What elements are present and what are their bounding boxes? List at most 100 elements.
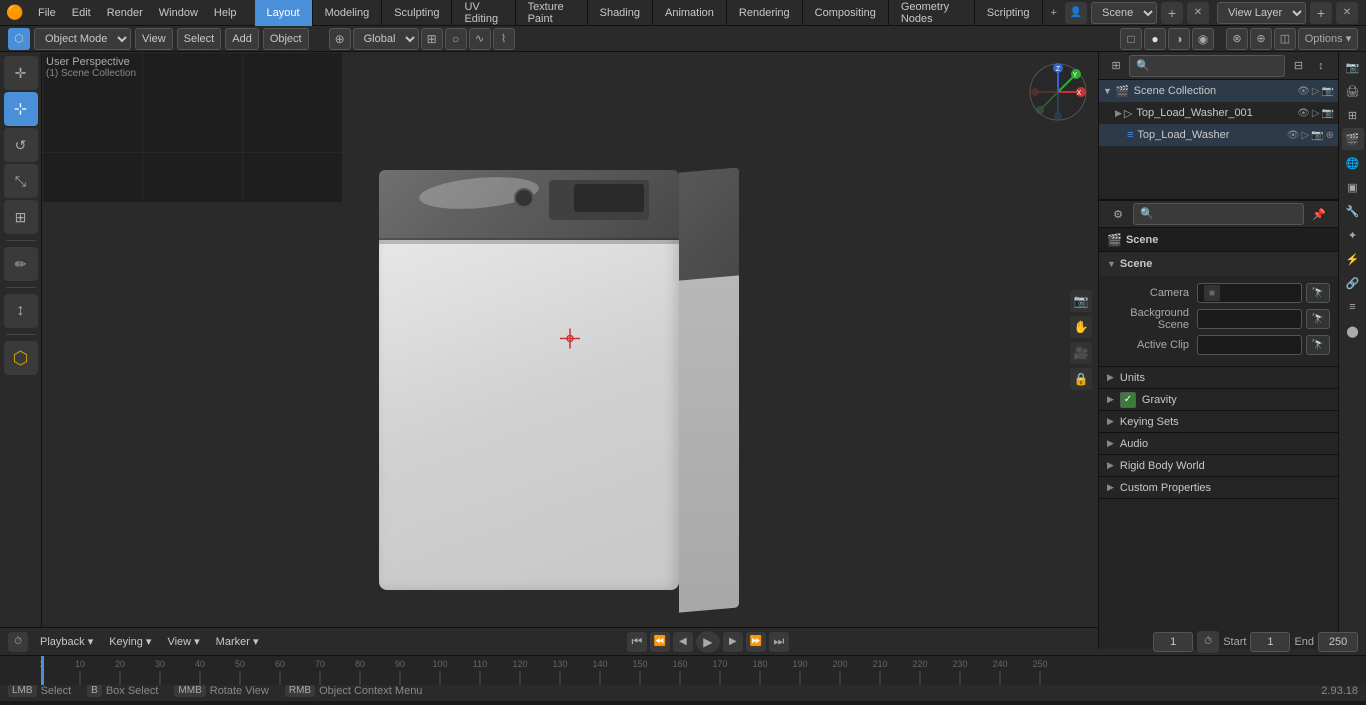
transform-orientation-selector[interactable]: Global xyxy=(353,28,419,50)
prev-keyframe-btn[interactable]: ⏪ xyxy=(650,632,670,652)
viewport-shading-rendered[interactable]: ◉ xyxy=(1192,28,1214,50)
gravity-checkbox[interactable]: ✓ xyxy=(1120,392,1136,408)
render-toggle[interactable]: 📷 xyxy=(1322,86,1334,97)
outliner-sync-icon[interactable]: ↕ xyxy=(1312,55,1330,77)
start-frame-input[interactable] xyxy=(1250,632,1290,652)
viewport-area[interactable]: User Perspective (1) Scene Collection xyxy=(42,52,1098,627)
viewport-shading-solid[interactable]: ● xyxy=(1144,28,1166,50)
overlay-toggle[interactable]: ⊕ xyxy=(1250,28,1272,50)
custom-properties-section[interactable]: ▶ Custom Properties xyxy=(1099,477,1338,499)
props-pin-icon[interactable]: 📌 xyxy=(1308,203,1330,225)
active-clip-value[interactable] xyxy=(1197,335,1302,355)
view-toggle[interactable]: 👁 xyxy=(1297,86,1310,97)
washer-view-toggle[interactable]: 👁 xyxy=(1297,108,1310,119)
view-layer-props-icon[interactable]: ⊞ xyxy=(1342,104,1364,126)
play-begin-btn[interactable]: ⏮ xyxy=(627,632,647,652)
tab-sculpting[interactable]: Sculpting xyxy=(382,0,452,26)
washer-select-toggle[interactable]: ▷ xyxy=(1312,108,1320,119)
tab-scripting[interactable]: Scripting xyxy=(975,0,1043,26)
active-clip-dropper-btn[interactable]: 🔭 xyxy=(1306,335,1330,355)
menu-edit[interactable]: Edit xyxy=(64,0,99,26)
view-layer-remove-btn[interactable]: ✕ xyxy=(1336,2,1358,24)
prev-frame-btn[interactable]: ◀ xyxy=(673,632,693,652)
gravity-section[interactable]: ▶ ✓ Gravity xyxy=(1099,389,1338,411)
modifier-props-icon[interactable]: 🔧 xyxy=(1342,200,1364,222)
xray-toggle[interactable]: ◫ xyxy=(1274,28,1296,50)
scene-section-header[interactable]: ▼ Scene xyxy=(1099,252,1338,276)
material-props-icon[interactable]: ⬤ xyxy=(1342,320,1364,342)
camera-dropper-btn[interactable]: 🔭 xyxy=(1306,283,1330,303)
rotate-tool-btn[interactable]: ↺ xyxy=(4,128,38,162)
viewport-object-menu[interactable]: Object xyxy=(263,28,309,50)
object-props-icon[interactable]: ▣ xyxy=(1342,176,1364,198)
constraints-props-icon[interactable]: 🔗 xyxy=(1342,272,1364,294)
outliner-type-icon[interactable]: ⊞ xyxy=(1107,55,1125,77)
menu-file[interactable]: File xyxy=(30,0,64,26)
viewport-add-menu[interactable]: Add xyxy=(225,28,259,50)
next-keyframe-btn[interactable]: ⏩ xyxy=(746,632,766,652)
tab-animation[interactable]: Animation xyxy=(653,0,727,26)
scene-props-icon[interactable]: 🎬 xyxy=(1342,128,1364,150)
mesh-render-toggle[interactable]: 📷 xyxy=(1311,130,1323,141)
move-tool-btn[interactable]: ⊹ xyxy=(4,92,38,126)
add-workspace-button[interactable]: + xyxy=(1043,0,1065,26)
annotate-tool-btn[interactable]: ✏ xyxy=(4,247,38,281)
viewport-shading-material[interactable]: ◑ xyxy=(1168,28,1190,50)
tab-geometry-nodes[interactable]: Geometry Nodes xyxy=(889,0,975,26)
snap-icon[interactable]: ∿ xyxy=(469,28,491,50)
playback-menu[interactable]: Playback ▾ xyxy=(36,635,97,648)
end-frame-input[interactable] xyxy=(1318,632,1358,652)
properties-search[interactable] xyxy=(1133,203,1304,225)
play-pause-btn[interactable]: ▶ xyxy=(696,631,720,653)
scene-selector[interactable]: Scene xyxy=(1091,2,1157,24)
current-frame-input[interactable] xyxy=(1153,632,1193,652)
camera-value[interactable]: ■ xyxy=(1197,283,1302,303)
render-props-icon[interactable]: 📷 xyxy=(1342,56,1364,78)
viewport-type-icon[interactable]: ⬡ xyxy=(8,28,30,50)
tab-texture-paint[interactable]: Texture Paint xyxy=(516,0,588,26)
tab-compositing[interactable]: Compositing xyxy=(803,0,889,26)
magnet-icon[interactable]: ⊕ xyxy=(329,28,351,50)
menu-render[interactable]: Render xyxy=(99,0,151,26)
viewport-view-menu[interactable]: View xyxy=(135,28,173,50)
scale-tool-btn[interactable]: ⤡ xyxy=(4,164,38,198)
gizmo-toggle[interactable]: ⊗ xyxy=(1226,28,1248,50)
transform-tool-btn[interactable]: ⊞ xyxy=(4,200,38,234)
timeline-ruler[interactable]: 1 10 20 30 40 50 60 70 80 90 100 110 120 xyxy=(0,655,1366,685)
object-mode-selector[interactable]: Object Mode xyxy=(34,28,131,50)
menu-help[interactable]: Help xyxy=(206,0,245,26)
world-props-icon[interactable]: 🌐 xyxy=(1342,152,1364,174)
tab-rendering[interactable]: Rendering xyxy=(727,0,803,26)
camera-icon[interactable]: 📷 xyxy=(1070,290,1092,312)
mesh-select-toggle[interactable]: ▷ xyxy=(1301,130,1309,141)
mesh-data-toggle[interactable]: ⊕ xyxy=(1326,130,1334,141)
scene-remove-btn[interactable]: ✕ xyxy=(1187,2,1209,24)
outliner-filter-icon[interactable]: ⊟ xyxy=(1289,55,1307,77)
add-primitive-btn[interactable]: ⬡ xyxy=(4,341,38,375)
proportional-connected-icon[interactable]: ⌇ xyxy=(493,28,515,50)
units-section[interactable]: ▶ Units xyxy=(1099,367,1338,389)
play-end-btn[interactable]: ⏭ xyxy=(769,632,789,652)
mesh-view-toggle[interactable]: 👁 xyxy=(1287,130,1300,141)
video-camera-icon[interactable]: 🎥 xyxy=(1070,342,1092,364)
view-layer-add-btn[interactable]: + xyxy=(1310,2,1332,24)
audio-section[interactable]: ▶ Audio xyxy=(1099,433,1338,455)
proportional-edit-icon[interactable]: ○ xyxy=(445,28,467,50)
options-menu[interactable]: Options ▾ xyxy=(1298,28,1358,50)
frame-clock-icon[interactable]: ⏱ xyxy=(1197,631,1219,653)
navigation-gizmo[interactable]: X Y Z xyxy=(1028,62,1088,122)
outliner-search[interactable] xyxy=(1129,55,1285,77)
viewport-select-menu[interactable]: Select xyxy=(177,28,222,50)
washer-render-toggle[interactable]: 📷 xyxy=(1322,108,1334,119)
washer-001-row[interactable]: ▶ ▷ Top_Load_Washer_001 👁 ▷ 📷 xyxy=(1099,102,1338,124)
rigid-body-world-section[interactable]: ▶ Rigid Body World xyxy=(1099,455,1338,477)
tab-shading[interactable]: Shading xyxy=(588,0,653,26)
next-frame-btn[interactable]: ▶ xyxy=(723,632,743,652)
keying-menu[interactable]: Keying ▾ xyxy=(105,635,155,648)
menu-window[interactable]: Window xyxy=(151,0,206,26)
view-layer-selector[interactable]: View Layer xyxy=(1217,2,1306,24)
particles-props-icon[interactable]: ✦ xyxy=(1342,224,1364,246)
scene-add-btn[interactable]: + xyxy=(1161,2,1183,24)
hand-pan-icon[interactable]: ✋ xyxy=(1070,316,1092,338)
bg-scene-dropper-btn[interactable]: 🔭 xyxy=(1306,309,1330,329)
